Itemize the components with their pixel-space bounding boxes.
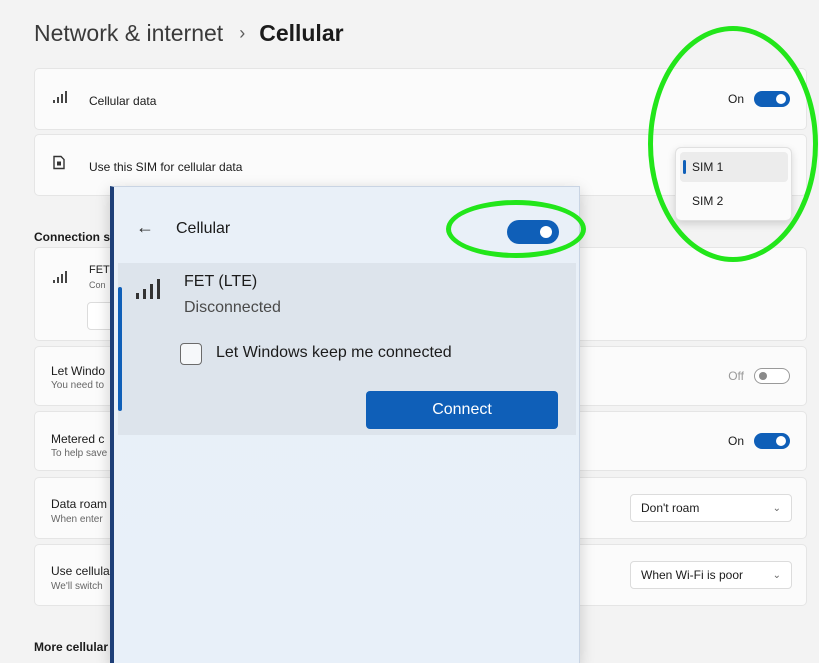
connection-settings-heading: Connection s bbox=[34, 230, 111, 244]
use-cellular-sub: We'll switch bbox=[51, 581, 103, 592]
roaming-sub: When enter bbox=[51, 514, 103, 525]
use-cellular-title: Use cellula bbox=[51, 564, 110, 578]
connection-sub: Con bbox=[89, 280, 106, 290]
metered-sub: To help save bbox=[51, 448, 108, 459]
settings-page: Network & internet › Cellular Cellular d… bbox=[0, 0, 819, 663]
sim-card-icon bbox=[53, 155, 65, 175]
network-status: Disconnected bbox=[184, 299, 281, 316]
keep-connected-checkbox[interactable] bbox=[180, 343, 202, 365]
flyout-title: Cellular bbox=[176, 220, 231, 237]
chevron-right-icon: › bbox=[239, 23, 246, 43]
sim-option-2[interactable]: SIM 2 bbox=[680, 186, 788, 216]
connect-button[interactable]: Connect bbox=[366, 391, 558, 429]
metered-toggle-group: On bbox=[728, 433, 790, 449]
breadcrumb: Network & internet › Cellular bbox=[34, 20, 344, 47]
breadcrumb-parent[interactable]: Network & internet bbox=[34, 20, 223, 47]
sim-option-1[interactable]: SIM 1 bbox=[680, 152, 788, 182]
roaming-select[interactable]: Don't roam ⌄ bbox=[630, 494, 792, 522]
more-cellular-heading: More cellular bbox=[34, 640, 109, 654]
keep-connected-sub: You need to bbox=[51, 380, 105, 391]
sim-choice-label: Use this SIM for cellular data bbox=[89, 160, 243, 174]
keep-connected-checkbox-label[interactable]: Let Windows keep me connected bbox=[216, 344, 452, 362]
network-list-item[interactable]: FET (LTE) Disconnected Let Windows keep … bbox=[118, 263, 576, 435]
network-name: FET (LTE) bbox=[184, 273, 258, 290]
cellular-flyout: ← Cellular FET (LTE) Disconnected Let Wi… bbox=[110, 186, 580, 663]
keep-connected-state: Off bbox=[728, 369, 744, 383]
cellular-data-label: Cellular data bbox=[89, 94, 157, 108]
use-cellular-value: When Wi-Fi is poor bbox=[641, 568, 744, 582]
chevron-down-icon: ⌄ bbox=[772, 502, 781, 514]
chevron-down-icon: ⌄ bbox=[772, 569, 781, 581]
back-arrow-icon[interactable]: ← bbox=[136, 217, 154, 238]
metered-toggle[interactable] bbox=[754, 433, 790, 449]
keep-connected-toggle[interactable] bbox=[754, 368, 790, 384]
cellular-data-card: Cellular data On bbox=[34, 68, 807, 130]
cellular-data-toggle[interactable] bbox=[754, 91, 790, 107]
signal-icon bbox=[53, 270, 67, 288]
sim-dropdown-menu: SIM 1 SIM 2 bbox=[675, 147, 792, 221]
use-cellular-select[interactable]: When Wi-Fi is poor ⌄ bbox=[630, 561, 792, 589]
selection-indicator bbox=[118, 287, 122, 411]
metered-title: Metered c bbox=[51, 432, 105, 446]
roaming-title: Data roam bbox=[51, 497, 108, 511]
roaming-value: Don't roam bbox=[641, 501, 700, 515]
cellular-data-toggle-group: On bbox=[728, 91, 790, 107]
keep-connected-title: Let Windo bbox=[51, 364, 106, 378]
connection-name: FET bbox=[89, 264, 110, 276]
flyout-cellular-toggle[interactable] bbox=[507, 220, 559, 244]
metered-state: On bbox=[727, 434, 744, 448]
cellular-data-state: On bbox=[727, 92, 744, 106]
signal-icon bbox=[53, 90, 67, 108]
keep-connected-toggle-group: Off bbox=[728, 368, 790, 384]
page-title: Cellular bbox=[259, 20, 344, 46]
signal-icon bbox=[136, 279, 160, 304]
